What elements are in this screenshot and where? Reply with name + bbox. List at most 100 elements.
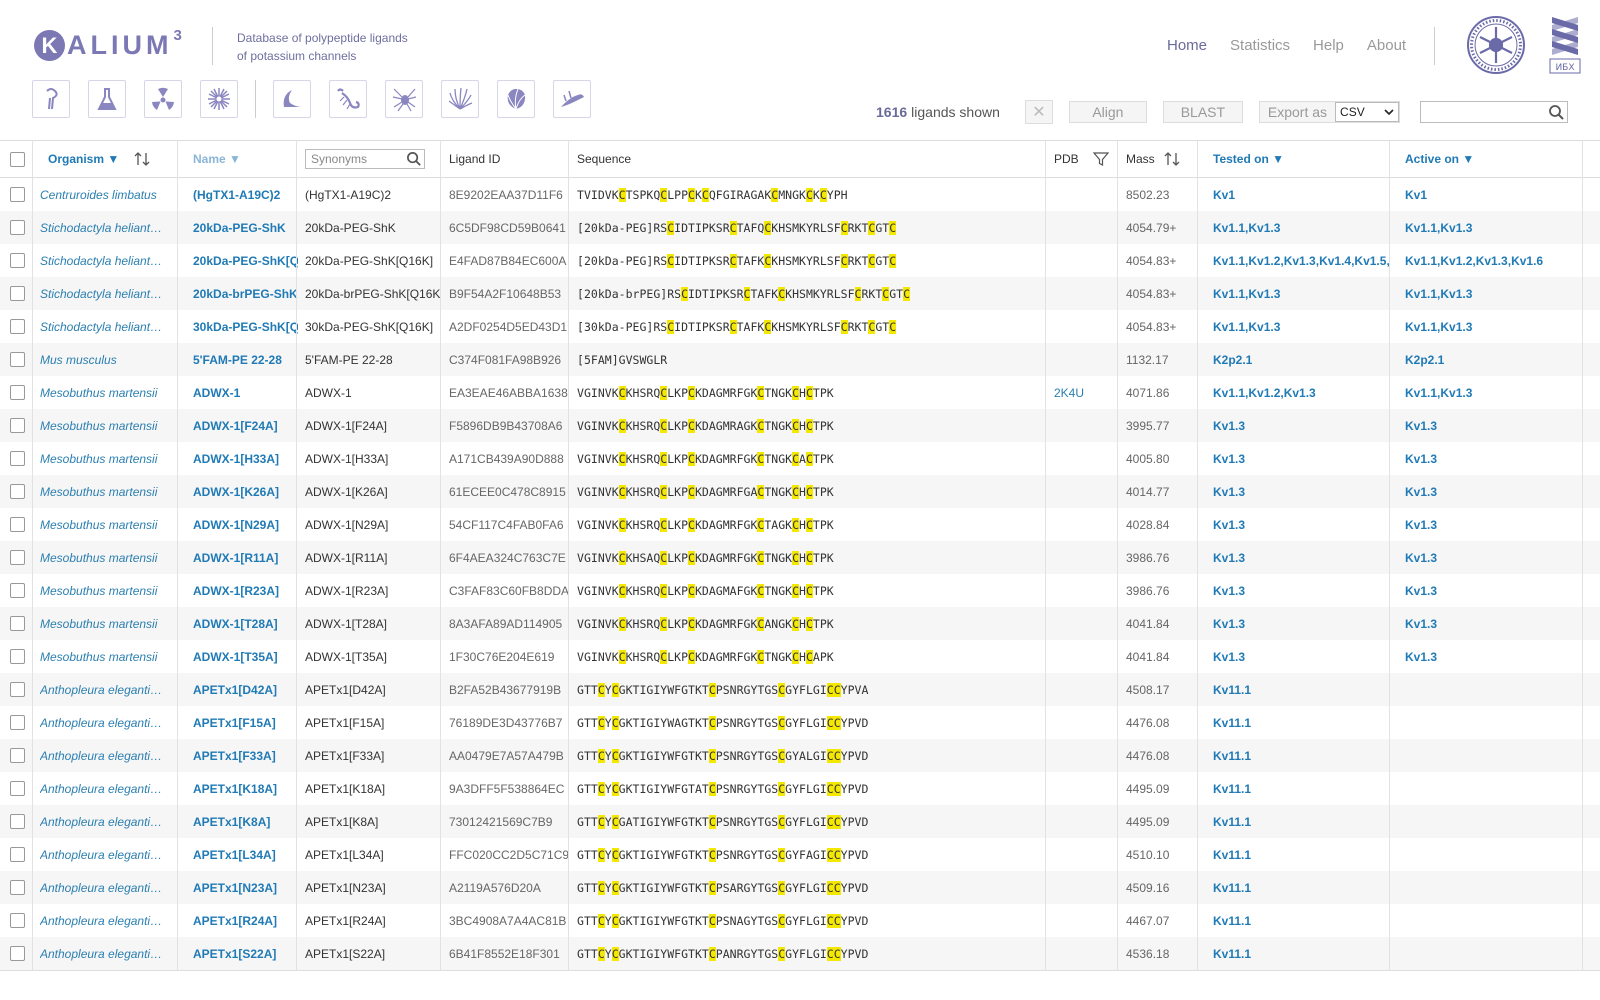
nav-about[interactable]: About <box>1367 37 1406 54</box>
synonyms-filter-input[interactable]: Synonyms <box>305 149 425 169</box>
pdb-cell[interactable] <box>1054 475 1114 508</box>
active-on-cell[interactable]: Kv1.3 <box>1405 442 1585 475</box>
table-row[interactable]: Stichodactyla helianthus 20kDa-PEG-ShK[Q1… <box>0 244 1600 277</box>
table-row[interactable]: Anthopleura elegantissima APETx1[S22A] APE… <box>0 937 1600 970</box>
table-row[interactable]: Anthopleura elegantissima APETx1[L34A] APE… <box>0 838 1600 871</box>
active-on-link[interactable]: K2p2.1 <box>1405 353 1444 367</box>
ligand-name-link[interactable]: ADWX-1[R11A] <box>193 551 278 565</box>
pdb-cell[interactable] <box>1054 211 1114 244</box>
pdb-cell[interactable] <box>1054 508 1114 541</box>
organism-link[interactable]: Anthopleura elegantissima <box>40 749 165 763</box>
name-cell[interactable]: APETx1[D42A] <box>193 673 298 706</box>
name-header-label[interactable]: Name ▼ <box>193 152 241 166</box>
tested-on-cell[interactable]: Kv1 <box>1213 178 1397 211</box>
row-checkbox[interactable] <box>10 946 25 961</box>
pdb-cell[interactable] <box>1054 871 1114 904</box>
tested-on-link[interactable]: Kv1.3 <box>1213 485 1245 499</box>
organism-link[interactable]: Anthopleura elegantissima <box>40 914 165 928</box>
filter-cone-snail-button[interactable] <box>273 80 311 118</box>
tested-on-link[interactable]: Kv1.1,Kv1.2,Kv1.3,Kv1.4,Kv1.5, <box>1213 254 1390 268</box>
ligand-name-link[interactable]: ADWX-1[T28A] <box>193 617 278 631</box>
table-row[interactable]: Mesobuthus martensii ADWX-1[R23A] ADWX-1[R… <box>0 574 1600 607</box>
tested-on-cell[interactable]: Kv1.3 <box>1213 541 1397 574</box>
active-on-cell[interactable] <box>1405 673 1585 706</box>
tested-on-link[interactable]: Kv1.1,Kv1.2,Kv1.3 <box>1213 386 1316 400</box>
organism-cell[interactable]: Stichodactyla helianthus <box>40 211 170 244</box>
organism-cell[interactable]: Mesobuthus martensii <box>40 607 170 640</box>
organism-cell[interactable]: Stichodactyla helianthus <box>40 244 170 277</box>
organism-cell[interactable]: Mesobuthus martensii <box>40 640 170 673</box>
pdb-cell[interactable] <box>1054 640 1114 673</box>
table-row[interactable]: Anthopleura elegantissima APETx1[D42A] APE… <box>0 673 1600 706</box>
pdb-cell[interactable] <box>1054 541 1114 574</box>
row-checkbox[interactable] <box>10 550 25 565</box>
row-checkbox[interactable] <box>10 748 25 763</box>
ligand-name-link[interactable]: 20kDa-PEG-ShK <box>193 221 286 235</box>
pdb-cell[interactable] <box>1054 607 1114 640</box>
pdb-cell[interactable] <box>1054 277 1114 310</box>
active-on-link[interactable]: Kv1.3 <box>1405 551 1437 565</box>
organism-cell[interactable]: Stichodactyla helianthus <box>40 310 170 343</box>
row-checkbox[interactable] <box>10 253 25 268</box>
active-on-cell[interactable] <box>1405 706 1585 739</box>
tested-on-link[interactable]: Kv11.1 <box>1213 815 1251 829</box>
tested-on-link[interactable]: Kv1.3 <box>1213 452 1245 466</box>
active-on-link[interactable]: Kv1.1,Kv1.2,Kv1.3,Kv1.6 <box>1405 254 1543 268</box>
ligand-name-link[interactable]: 20kDa-PEG-ShK[Q16K] <box>193 254 298 268</box>
tested-on-link[interactable]: Kv1.3 <box>1213 419 1245 433</box>
ligand-name-link[interactable]: APETx1[N23A] <box>193 881 277 895</box>
active-on-cell[interactable]: Kv1.3 <box>1405 574 1585 607</box>
ligand-name-link[interactable]: ADWX-1[R23A] <box>193 584 279 598</box>
name-cell[interactable]: ADWX-1[H33A] <box>193 442 298 475</box>
name-cell[interactable]: APETx1[K8A] <box>193 805 298 838</box>
tested-on-cell[interactable]: Kv11.1 <box>1213 937 1397 970</box>
name-cell[interactable]: ADWX-1[R23A] <box>193 574 298 607</box>
tested-on-cell[interactable]: Kv11.1 <box>1213 904 1397 937</box>
name-cell[interactable]: 20kDa-brPEG-ShK[Q16K] <box>193 277 298 310</box>
active-on-header[interactable]: Active on ▼ <box>1405 141 1474 177</box>
organism-cell[interactable]: Anthopleura elegantissima <box>40 739 170 772</box>
row-checkbox[interactable] <box>10 385 25 400</box>
row-checkbox[interactable] <box>10 451 25 466</box>
organism-link[interactable]: Mus musculus <box>40 353 165 367</box>
ligand-name-link[interactable]: ADWX-1[H33A] <box>193 452 279 466</box>
tested-on-cell[interactable]: Kv1.3 <box>1213 640 1397 673</box>
pdb-cell[interactable] <box>1054 838 1114 871</box>
active-on-header-label[interactable]: Active on ▼ <box>1405 152 1474 166</box>
tested-on-link[interactable]: Kv11.1 <box>1213 716 1251 730</box>
table-row[interactable]: Mesobuthus martensii ADWX-1 ADWX-1 EA3EAE46… <box>0 376 1600 409</box>
table-row[interactable]: Anthopleura elegantissima APETx1[F15A] APE… <box>0 706 1600 739</box>
tested-on-cell[interactable]: Kv1.3 <box>1213 574 1397 607</box>
row-checkbox[interactable] <box>10 616 25 631</box>
active-on-cell[interactable]: K2p2.1 <box>1405 343 1585 376</box>
tested-on-cell[interactable]: Kv11.1 <box>1213 805 1397 838</box>
active-on-cell[interactable] <box>1405 772 1585 805</box>
pdb-cell[interactable] <box>1054 574 1114 607</box>
organism-cell[interactable]: Mus musculus <box>40 343 170 376</box>
tested-on-cell[interactable]: Kv1.1,Kv1.3 <box>1213 310 1397 343</box>
organism-cell[interactable]: Mesobuthus martensii <box>40 475 170 508</box>
organism-cell[interactable]: Anthopleura elegantissima <box>40 706 170 739</box>
pdb-header[interactable]: PDB <box>1054 141 1109 177</box>
table-row[interactable]: Anthopleura elegantissima APETx1[F33A] APE… <box>0 739 1600 772</box>
organism-link[interactable]: Anthopleura elegantissima <box>40 716 165 730</box>
organism-cell[interactable]: Anthopleura elegantissima <box>40 904 170 937</box>
active-on-cell[interactable]: Kv1.1,Kv1.3 <box>1405 277 1585 310</box>
tested-on-cell[interactable]: Kv1.3 <box>1213 607 1397 640</box>
row-checkbox[interactable] <box>10 913 25 928</box>
active-on-cell[interactable]: Kv1.3 <box>1405 541 1585 574</box>
tested-on-link[interactable]: K2p2.1 <box>1213 353 1252 367</box>
tested-on-link[interactable]: Kv1.3 <box>1213 650 1245 664</box>
tested-on-link[interactable]: Kv1.3 <box>1213 551 1245 565</box>
ligand-name-link[interactable]: APETx1[S22A] <box>193 947 276 961</box>
active-on-cell[interactable] <box>1405 937 1585 970</box>
active-on-cell[interactable] <box>1405 904 1585 937</box>
active-on-link[interactable]: Kv1.3 <box>1405 419 1437 433</box>
row-checkbox[interactable] <box>10 319 25 334</box>
mass-header[interactable]: Mass <box>1126 141 1181 177</box>
filter-scorpion-button[interactable] <box>329 80 367 118</box>
pdb-cell[interactable] <box>1054 409 1114 442</box>
organism-link[interactable]: Anthopleura elegantissima <box>40 848 165 862</box>
active-on-cell[interactable]: Kv1.3 <box>1405 640 1585 673</box>
tested-on-cell[interactable]: Kv1.3 <box>1213 442 1397 475</box>
